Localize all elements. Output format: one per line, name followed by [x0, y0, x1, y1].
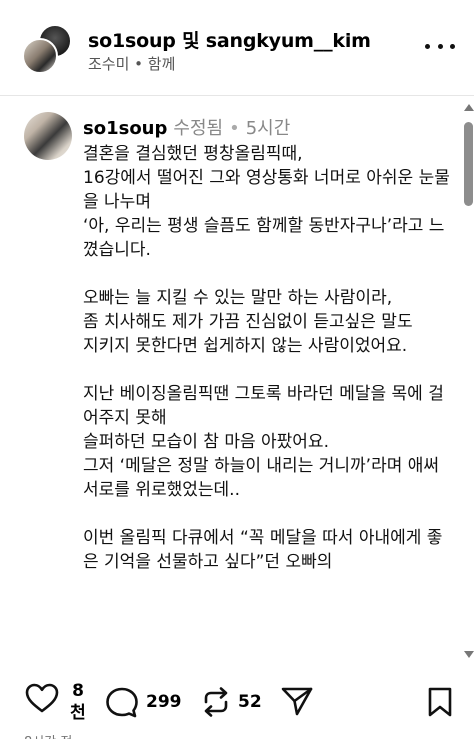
header-title[interactable]: so1soup 및 sangkyum__kim — [88, 26, 371, 53]
post-text-line: 오빠는 늘 지킬 수 있는 말만 하는 사람이라, — [83, 288, 393, 308]
edited-label: 수정됨 — [173, 118, 224, 139]
more-horizontal-icon — [425, 43, 430, 49]
post-text-line: 이번 올림픽 다큐에서 “꼭 메달을 따서 아내에게 좋은 기억을 선물하고 싶… — [83, 528, 443, 572]
post-text: 결혼을 결심했던 평창올림픽때, 16강에서 떨어진 그와 영상통화 너머로 아쉬… — [83, 142, 453, 574]
more-horizontal-icon — [450, 43, 455, 49]
post-text-line: 슬퍼하던 모습이 참 마음 아팠어요. — [83, 432, 329, 452]
post-header: so1soup 및 sangkyum__kim 조수미 • 함께 — [0, 0, 474, 96]
more-options-button[interactable] — [425, 36, 455, 56]
scrollbar[interactable] — [462, 100, 474, 662]
post-timestamp-footer: 8시간 전 — [24, 731, 72, 739]
scroll-up-arrow-icon[interactable] — [464, 104, 474, 111]
post-time: 5시간 — [245, 118, 291, 139]
like-button[interactable] — [24, 682, 60, 714]
post-text-line: 좀 치사해도 제가 가끔 진심없이 듣고싶은 말도 — [83, 312, 413, 332]
scroll-down-arrow-icon[interactable] — [464, 651, 474, 658]
repost-button[interactable]: 52 — [200, 685, 262, 719]
action-bar: 8 천 299 52 — [0, 662, 474, 739]
post-text-line: ‘아, 우리는 평생 슬픔도 함께할 동반자구나’라고 느꼈습니다. — [83, 216, 445, 260]
like-count[interactable]: 8 천 — [68, 680, 88, 724]
repost-count: 52 — [238, 692, 262, 712]
send-icon — [281, 687, 313, 716]
post-username[interactable]: so1soup — [83, 118, 167, 139]
collab-avatars[interactable] — [22, 24, 74, 76]
meta-dot: • — [229, 118, 240, 139]
like-count-unit: 천 — [70, 703, 86, 723]
post-content: so1soup 수정됨 • 5시간 결혼을 결심했던 평창올림픽때, 16강에서 떨어진… — [0, 96, 474, 662]
bookmark-button[interactable] — [426, 686, 454, 718]
header-subtitle: 조수미 • 함께 — [88, 55, 176, 73]
share-button[interactable] — [280, 685, 314, 717]
repost-icon — [204, 687, 228, 717]
more-horizontal-icon — [437, 43, 443, 49]
comment-bubble-icon — [106, 687, 138, 718]
post-text-line: 지키지 못한다면 쉽게하지 않는 사람이었어요. — [83, 336, 408, 356]
post-text-line: 결혼을 결심했던 평창올림픽때, — [83, 144, 303, 164]
comment-count: 299 — [146, 692, 182, 712]
avatar-so1soup[interactable] — [22, 38, 58, 74]
threads-post-window: so1soup 및 sangkyum__kim 조수미 • 함께 so1soup… — [0, 0, 474, 739]
like-count-digit: 8 — [72, 681, 84, 701]
post-text-line: 그저 ‘메달은 정말 하늘이 내리는 거니까’라며 애써 서로를 위로했었는데.… — [83, 456, 440, 500]
scroll-thumb[interactable] — [464, 122, 473, 206]
heart-icon — [25, 683, 59, 713]
post-meta-line: so1soup 수정됨 • 5시간 — [83, 114, 290, 140]
comment-button[interactable]: 299 — [104, 685, 182, 719]
post-text-line: 16강에서 떨어진 그와 영상통화 너머로 아쉬운 눈물을 나누며 — [83, 168, 450, 212]
avatar[interactable] — [24, 112, 72, 160]
post-text-line: 지난 베이징올림픽땐 그토록 바라던 메달을 목에 걸어주지 못해 — [83, 384, 444, 428]
bookmark-icon — [428, 687, 452, 717]
